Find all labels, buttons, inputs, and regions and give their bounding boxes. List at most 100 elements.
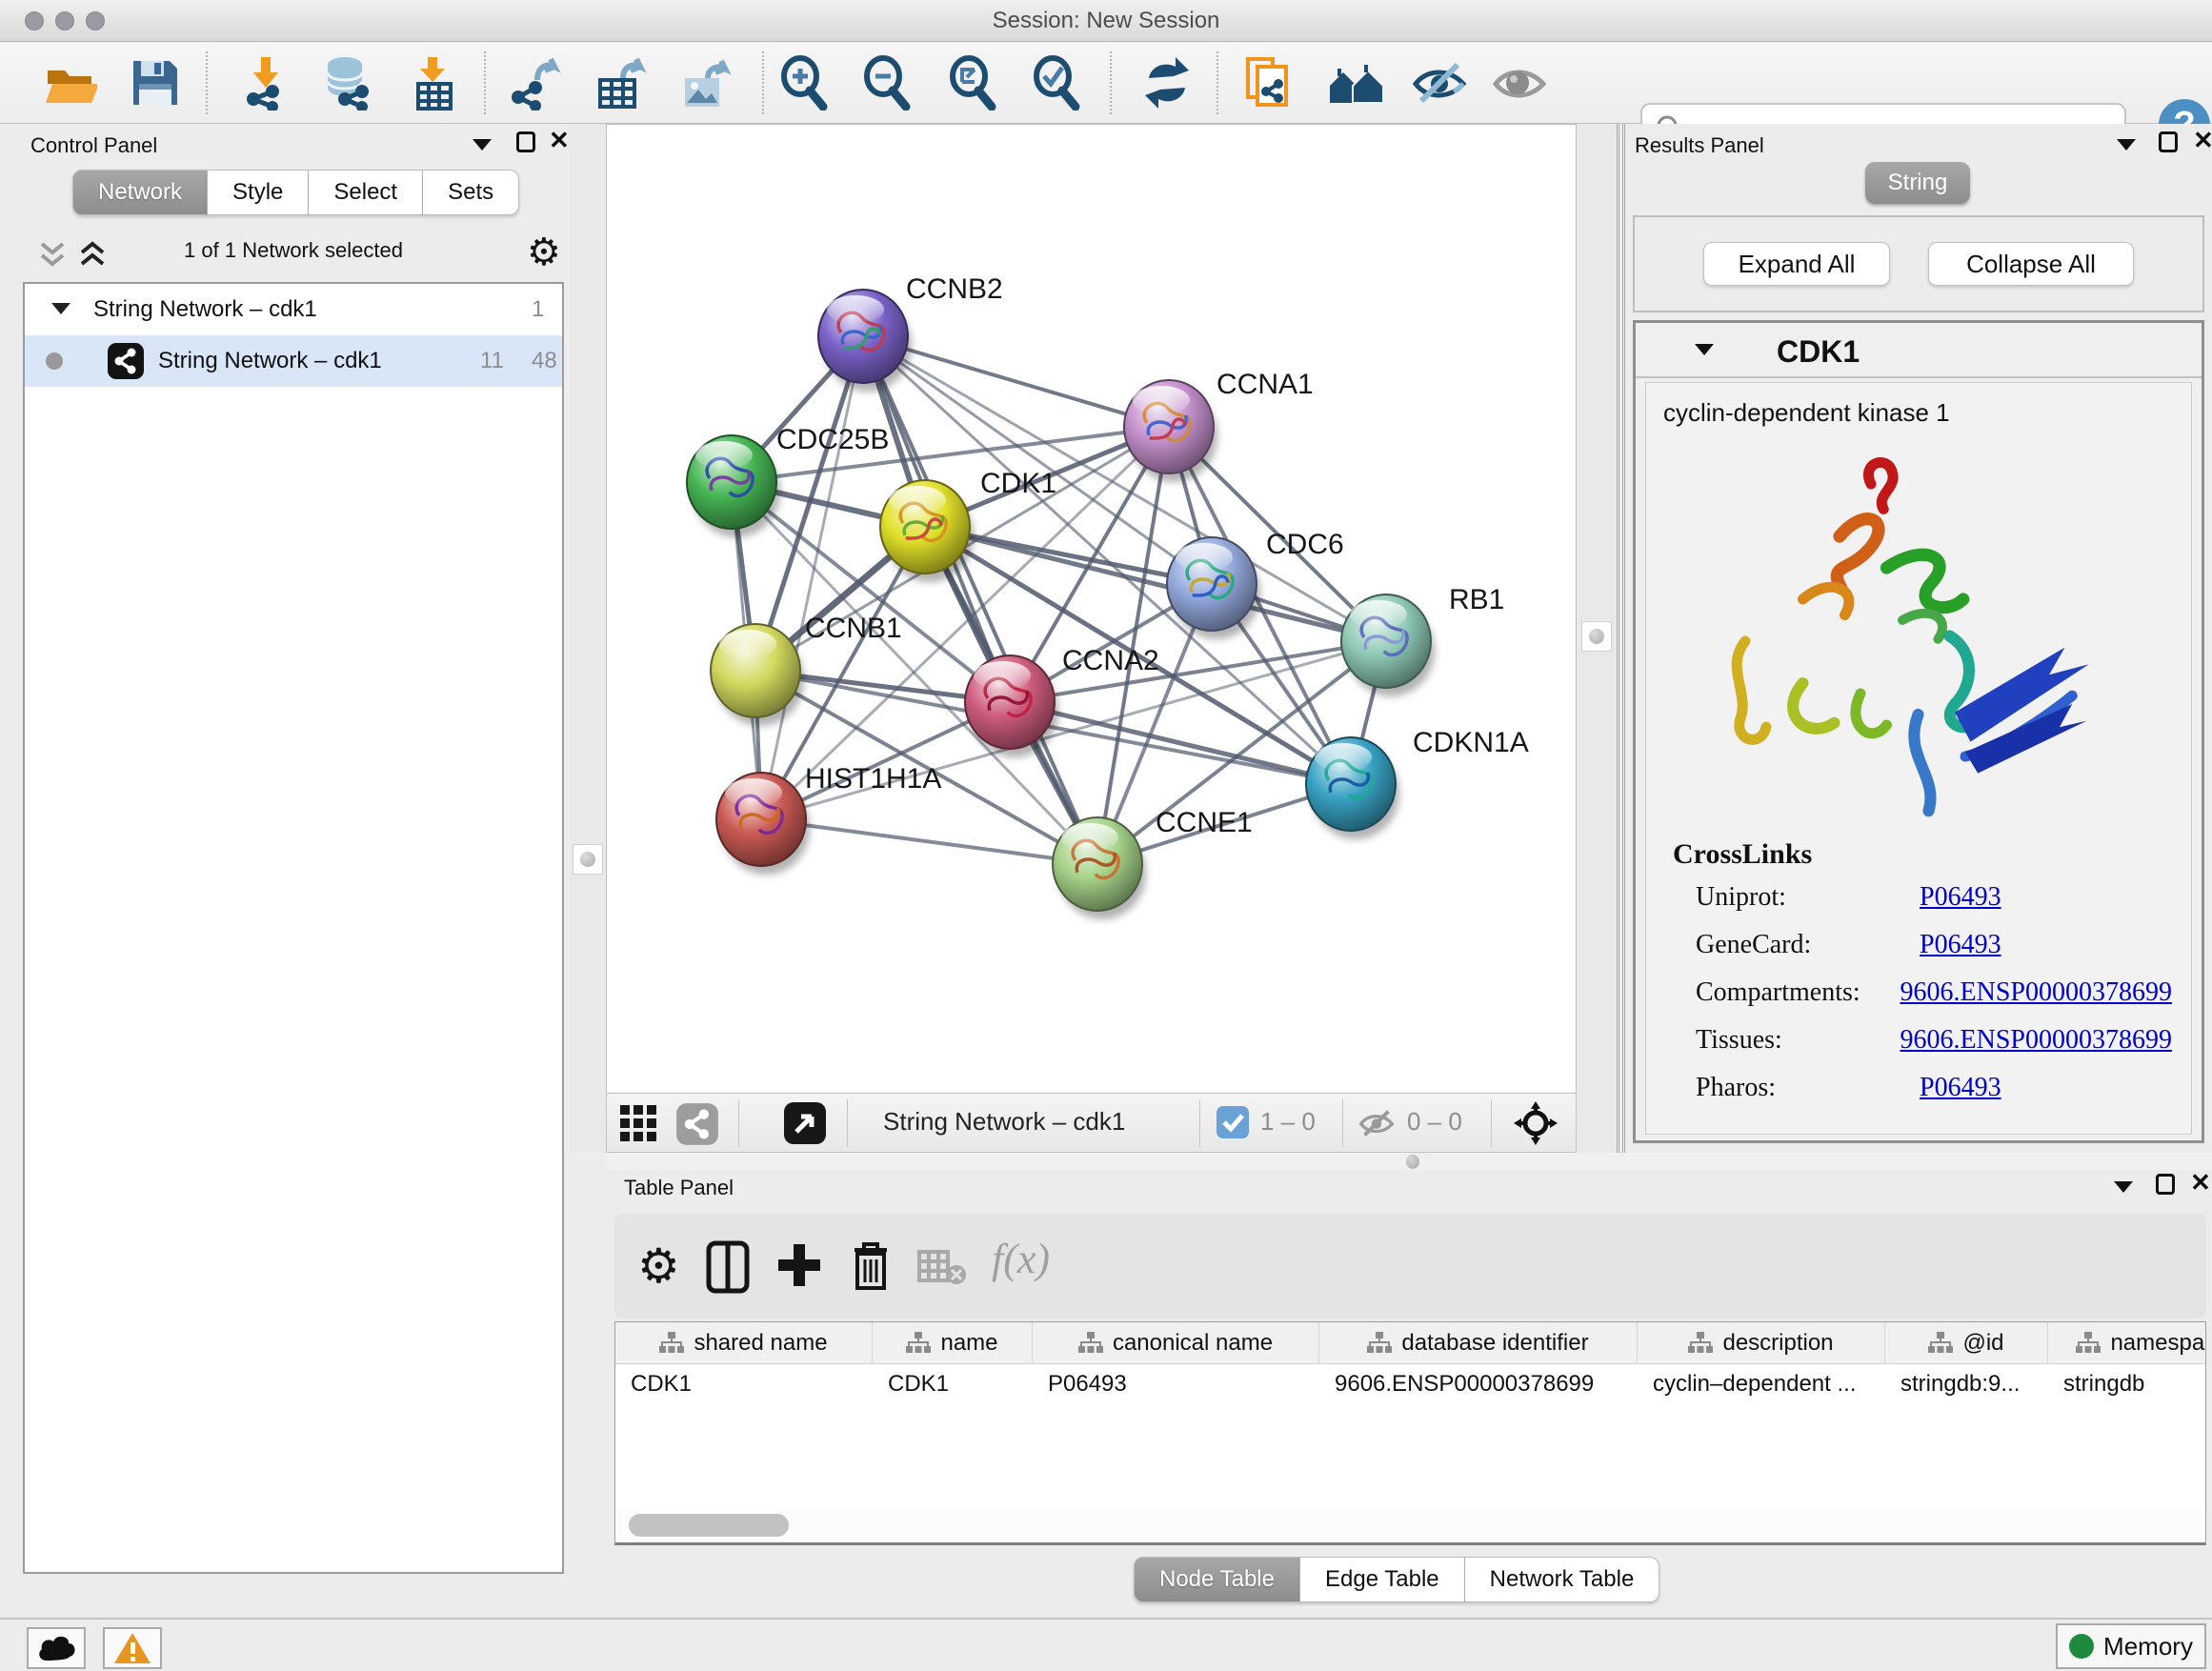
edge-CCNE1-HIST1H1A[interactable] [761, 819, 1097, 864]
node-RB1[interactable] [1341, 594, 1435, 696]
left-splitter-handle[interactable] [573, 844, 603, 875]
hide-selected-icon[interactable] [1412, 55, 1467, 111]
column-header-description[interactable]: description [1638, 1322, 1885, 1364]
refresh-icon[interactable] [1139, 55, 1195, 111]
detach-view-icon[interactable] [784, 1102, 826, 1144]
node-CCNB2[interactable] [818, 290, 912, 392]
shared-column-icon [1078, 1332, 1103, 1355]
zoom-in-icon[interactable] [777, 55, 833, 111]
import-network-database-icon[interactable] [320, 55, 375, 111]
grid-view-icon[interactable] [620, 1105, 658, 1143]
control-panel-float-icon[interactable] [516, 131, 535, 152]
crosslink-link[interactable]: P06493 [1920, 882, 2001, 913]
results-panel-menu-icon[interactable] [2117, 139, 2136, 151]
collection-expand-icon[interactable] [51, 303, 70, 314]
tab-string[interactable]: String [1865, 162, 1970, 204]
show-columns-icon[interactable] [706, 1240, 750, 1294]
table-hscrollbar[interactable] [617, 1509, 2203, 1541]
table-panel-splitter[interactable] [606, 1153, 2212, 1170]
add-column-icon[interactable] [774, 1240, 824, 1290]
control-panel-close-icon[interactable]: ✕ [549, 130, 570, 151]
table-row[interactable]: CDK1CDK1P064939606.ENSP00000378699cyclin… [615, 1364, 2206, 1404]
export-table-icon[interactable] [593, 55, 648, 111]
results-panel-close-icon[interactable]: ✕ [2193, 130, 2212, 151]
fit-selected-crosshair-icon[interactable] [1512, 1099, 1559, 1147]
network-canvas[interactable]: CCNB2CCNA1CDC25BCDK1CDC6RB1CCNB1CCNA2CDK… [606, 124, 1577, 1094]
network-view-mode-icon[interactable] [675, 1102, 719, 1146]
node-CCNA1[interactable] [1124, 380, 1217, 482]
table-cell[interactable]: stringdb:9... [1885, 1364, 2048, 1404]
tab-node-table[interactable]: Node Table [1134, 1557, 1300, 1602]
network-collection-row[interactable]: String Network – cdk1 1 [25, 284, 562, 335]
export-image-icon[interactable] [677, 55, 733, 111]
edge-CCNA2-CDKN1A[interactable] [1010, 702, 1351, 784]
tab-network-table[interactable]: Network Table [1465, 1557, 1660, 1602]
export-network-icon[interactable] [507, 55, 562, 111]
tab-style[interactable]: Style [208, 170, 309, 215]
table-settings-gear-icon[interactable]: ⚙ [637, 1238, 680, 1294]
column-header-@id[interactable]: @id [1885, 1322, 2048, 1364]
table-cell[interactable]: P06493 [1033, 1364, 1319, 1404]
crosslink-link[interactable]: 9606.ENSP00000378699 [1900, 977, 2172, 1008]
crosslinks-list: Uniprot:P06493GeneCard:P06493Compartment… [1696, 882, 2172, 1120]
results-entry-panel: CDK1 cyclin-dependent kinase 1 [1633, 320, 2204, 1143]
tab-select[interactable]: Select [309, 170, 423, 215]
zoom-out-icon[interactable] [860, 55, 915, 111]
node-CDKN1A[interactable] [1306, 737, 1399, 839]
node-CDC25B[interactable] [687, 435, 780, 537]
network-row[interactable]: String Network – cdk1 11 48 [25, 335, 562, 387]
cloud-button[interactable] [27, 1627, 86, 1669]
right-splitter-handle[interactable] [1581, 621, 1612, 652]
results-panel-float-icon[interactable] [2159, 131, 2178, 152]
import-network-icon[interactable] [238, 55, 293, 111]
selected-nodes-checkbox-icon[interactable] [1217, 1106, 1249, 1138]
table-panel-close-icon[interactable]: ✕ [2190, 1172, 2211, 1193]
zoom-selected-icon[interactable] [1030, 55, 1085, 111]
table-hscrollbar-thumb[interactable] [629, 1514, 789, 1537]
hidden-eye-icon[interactable] [1357, 1105, 1396, 1141]
table-cell[interactable]: cyclin–dependent ... [1638, 1364, 1885, 1404]
column-header-name[interactable]: name [873, 1322, 1033, 1364]
home-icon[interactable] [1328, 55, 1383, 111]
entry-header-row[interactable]: CDK1 [1636, 323, 2202, 378]
node-CDK1[interactable] [880, 480, 974, 582]
column-header-database-identifier[interactable]: database identifier [1319, 1322, 1638, 1364]
expand-all-button[interactable]: Expand All [1703, 242, 1890, 286]
tab-network[interactable]: Network [72, 170, 208, 215]
table-panel-float-icon[interactable] [2156, 1174, 2175, 1195]
edge-CCNB2-HIST1H1A[interactable] [761, 336, 863, 819]
table-splitter-handle[interactable] [1406, 1155, 1419, 1169]
table-cell[interactable]: CDK1 [873, 1364, 1033, 1404]
new-network-from-selection-icon[interactable] [1244, 55, 1299, 111]
crosslink-link[interactable]: 9606.ENSP00000378699 [1900, 1025, 2172, 1056]
node-CDC6[interactable] [1167, 537, 1260, 639]
expand-all-chevron-icon[interactable] [76, 240, 109, 271]
right-splitter[interactable] [1578, 124, 1619, 1153]
crosslink-link[interactable]: P06493 [1920, 1073, 2001, 1103]
table-cell[interactable]: CDK1 [615, 1364, 873, 1404]
network-options-gear-icon[interactable]: ⚙ [527, 231, 561, 274]
table-panel-menu-icon[interactable] [2114, 1181, 2133, 1193]
column-header-namespace[interactable]: namespace [2048, 1322, 2206, 1364]
left-splitter[interactable] [570, 124, 606, 1153]
delete-column-icon[interactable] [849, 1238, 893, 1292]
node-CCNE1[interactable] [1053, 817, 1146, 919]
control-panel-menu-icon[interactable] [473, 139, 492, 151]
table-cell[interactable]: stringdb [2048, 1364, 2206, 1404]
collapse-all-chevron-icon[interactable] [36, 240, 69, 271]
column-header-canonical-name[interactable]: canonical name [1033, 1322, 1319, 1364]
column-header-shared-name[interactable]: shared name [615, 1322, 873, 1364]
entry-collapse-icon[interactable] [1695, 344, 1714, 355]
tab-sets[interactable]: Sets [423, 170, 519, 215]
memory-button[interactable]: Memory [2056, 1623, 2206, 1669]
tab-edge-table[interactable]: Edge Table [1300, 1557, 1465, 1602]
warnings-button[interactable] [103, 1627, 162, 1669]
crosslink-link[interactable]: P06493 [1920, 930, 2001, 960]
import-table-icon[interactable] [407, 55, 462, 111]
save-session-icon[interactable] [128, 55, 183, 111]
collapse-all-button[interactable]: Collapse All [1928, 242, 2134, 286]
zoom-fit-icon[interactable] [946, 55, 1001, 111]
table-cell[interactable]: 9606.ENSP00000378699 [1319, 1364, 1638, 1404]
open-session-icon[interactable] [42, 55, 97, 111]
show-all-icon[interactable] [1492, 55, 1547, 111]
